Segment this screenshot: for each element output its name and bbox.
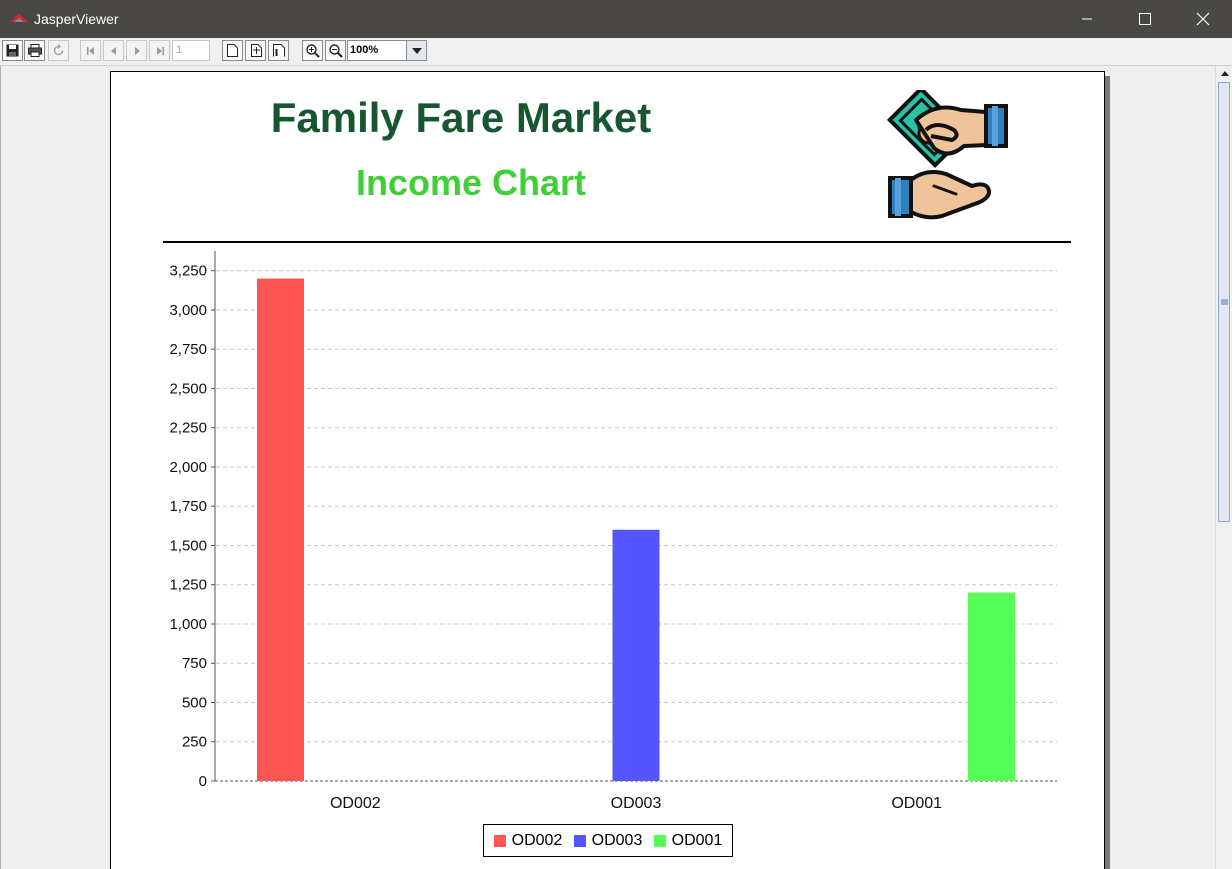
previous-page-button[interactable] (103, 40, 124, 61)
maximize-icon (1139, 13, 1151, 25)
reload-icon (53, 44, 64, 56)
close-button[interactable] (1174, 0, 1232, 38)
report-subtitle: Income Chart (355, 162, 587, 203)
report-page: Family Fare Market Income Chart 0 250 500 7… (110, 71, 1105, 869)
scroll-up-button[interactable] (1216, 66, 1232, 81)
money-exchange-hands-icon (886, 90, 1008, 220)
bar (612, 529, 660, 781)
legend-swatch (573, 834, 586, 847)
next-page-icon (134, 46, 140, 55)
vertical-scrollbar[interactable] (1215, 66, 1232, 869)
minimize-button[interactable] (1058, 0, 1116, 38)
income-bar-chart: 0 250 500 750 1,000 1,250 1,500 1,750 2,000 2,250… (169, 251, 1057, 812)
y-tick-label: 2,750 (169, 341, 207, 358)
viewer-toolbar: 1 100% (0, 38, 1232, 66)
printer-icon (27, 44, 42, 57)
zoom-out-icon (328, 43, 343, 58)
window-titlebar: JasperViewer (0, 0, 1232, 38)
maximize-button[interactable] (1116, 0, 1174, 38)
actual-size-button[interactable] (222, 40, 243, 61)
minimize-icon (1082, 18, 1092, 20)
zoom-value: 100% (350, 44, 379, 56)
save-button[interactable] (2, 40, 23, 61)
y-tick-label: 2,500 (169, 380, 207, 397)
y-tick-label: 0 (199, 773, 207, 790)
chart-legend: OD002 OD003 OD001 (483, 824, 733, 857)
legend-swatch (653, 834, 666, 847)
next-page-button[interactable] (126, 40, 147, 61)
reload-button[interactable] (48, 40, 69, 61)
company-title: Family Fare Market (270, 94, 652, 141)
y-tick-label: 3,250 (169, 263, 207, 280)
header-divider (163, 241, 1071, 243)
legend-item: OD003 (573, 831, 643, 850)
y-tick-label: 1,500 (169, 537, 207, 554)
grip-icon (1220, 299, 1228, 305)
close-icon (1196, 12, 1210, 26)
fit-page-icon (250, 44, 262, 57)
legend-swatch (493, 834, 506, 847)
y-tick-label: 1,750 (169, 498, 207, 515)
fit-width-button[interactable] (268, 40, 289, 61)
y-tick-label: 500 (182, 694, 207, 711)
chevron-down-icon[interactable] (406, 41, 426, 60)
page-number-input[interactable]: 1 (172, 40, 210, 61)
window-title: JasperViewer (34, 11, 119, 27)
fit-page-button[interactable] (245, 40, 266, 61)
save-icon (6, 44, 19, 57)
zoom-out-button[interactable] (325, 40, 346, 61)
x-tick-label: OD001 (891, 795, 942, 812)
jasper-logo-icon (10, 14, 28, 22)
zoom-in-icon (305, 43, 320, 58)
page-icon (227, 44, 238, 57)
last-page-icon (156, 46, 164, 55)
report-viewport[interactable]: Family Fare Market Income Chart 0 250 500 7… (0, 66, 1216, 869)
bar (968, 592, 1016, 781)
zoom-in-button[interactable] (302, 40, 323, 61)
y-tick-label: 2,250 (169, 420, 207, 437)
scrollbar-thumb[interactable] (1218, 82, 1230, 522)
legend-label: OD003 (591, 831, 643, 849)
y-tick-label: 2,000 (169, 459, 207, 476)
y-tick-label: 250 (182, 734, 207, 751)
x-tick-label: OD003 (611, 795, 662, 812)
zoom-select[interactable]: 100% (347, 40, 427, 61)
legend-item: OD001 (653, 831, 723, 850)
legend-label: OD001 (671, 831, 723, 849)
y-tick-label: 1,250 (169, 577, 207, 594)
fit-width-icon (272, 44, 285, 57)
legend-item: OD002 (493, 831, 563, 850)
x-tick-label: OD002 (330, 795, 381, 812)
bar (256, 278, 304, 781)
first-page-button[interactable] (80, 40, 101, 61)
previous-page-icon (110, 46, 116, 55)
legend-label: OD002 (511, 831, 563, 849)
last-page-button[interactable] (149, 40, 170, 61)
print-button[interactable] (24, 40, 45, 61)
first-page-icon (86, 46, 94, 55)
y-tick-label: 3,000 (169, 302, 207, 319)
y-tick-label: 750 (182, 655, 207, 672)
chevron-up-icon (1220, 71, 1229, 76)
y-tick-label: 1,000 (169, 616, 207, 633)
